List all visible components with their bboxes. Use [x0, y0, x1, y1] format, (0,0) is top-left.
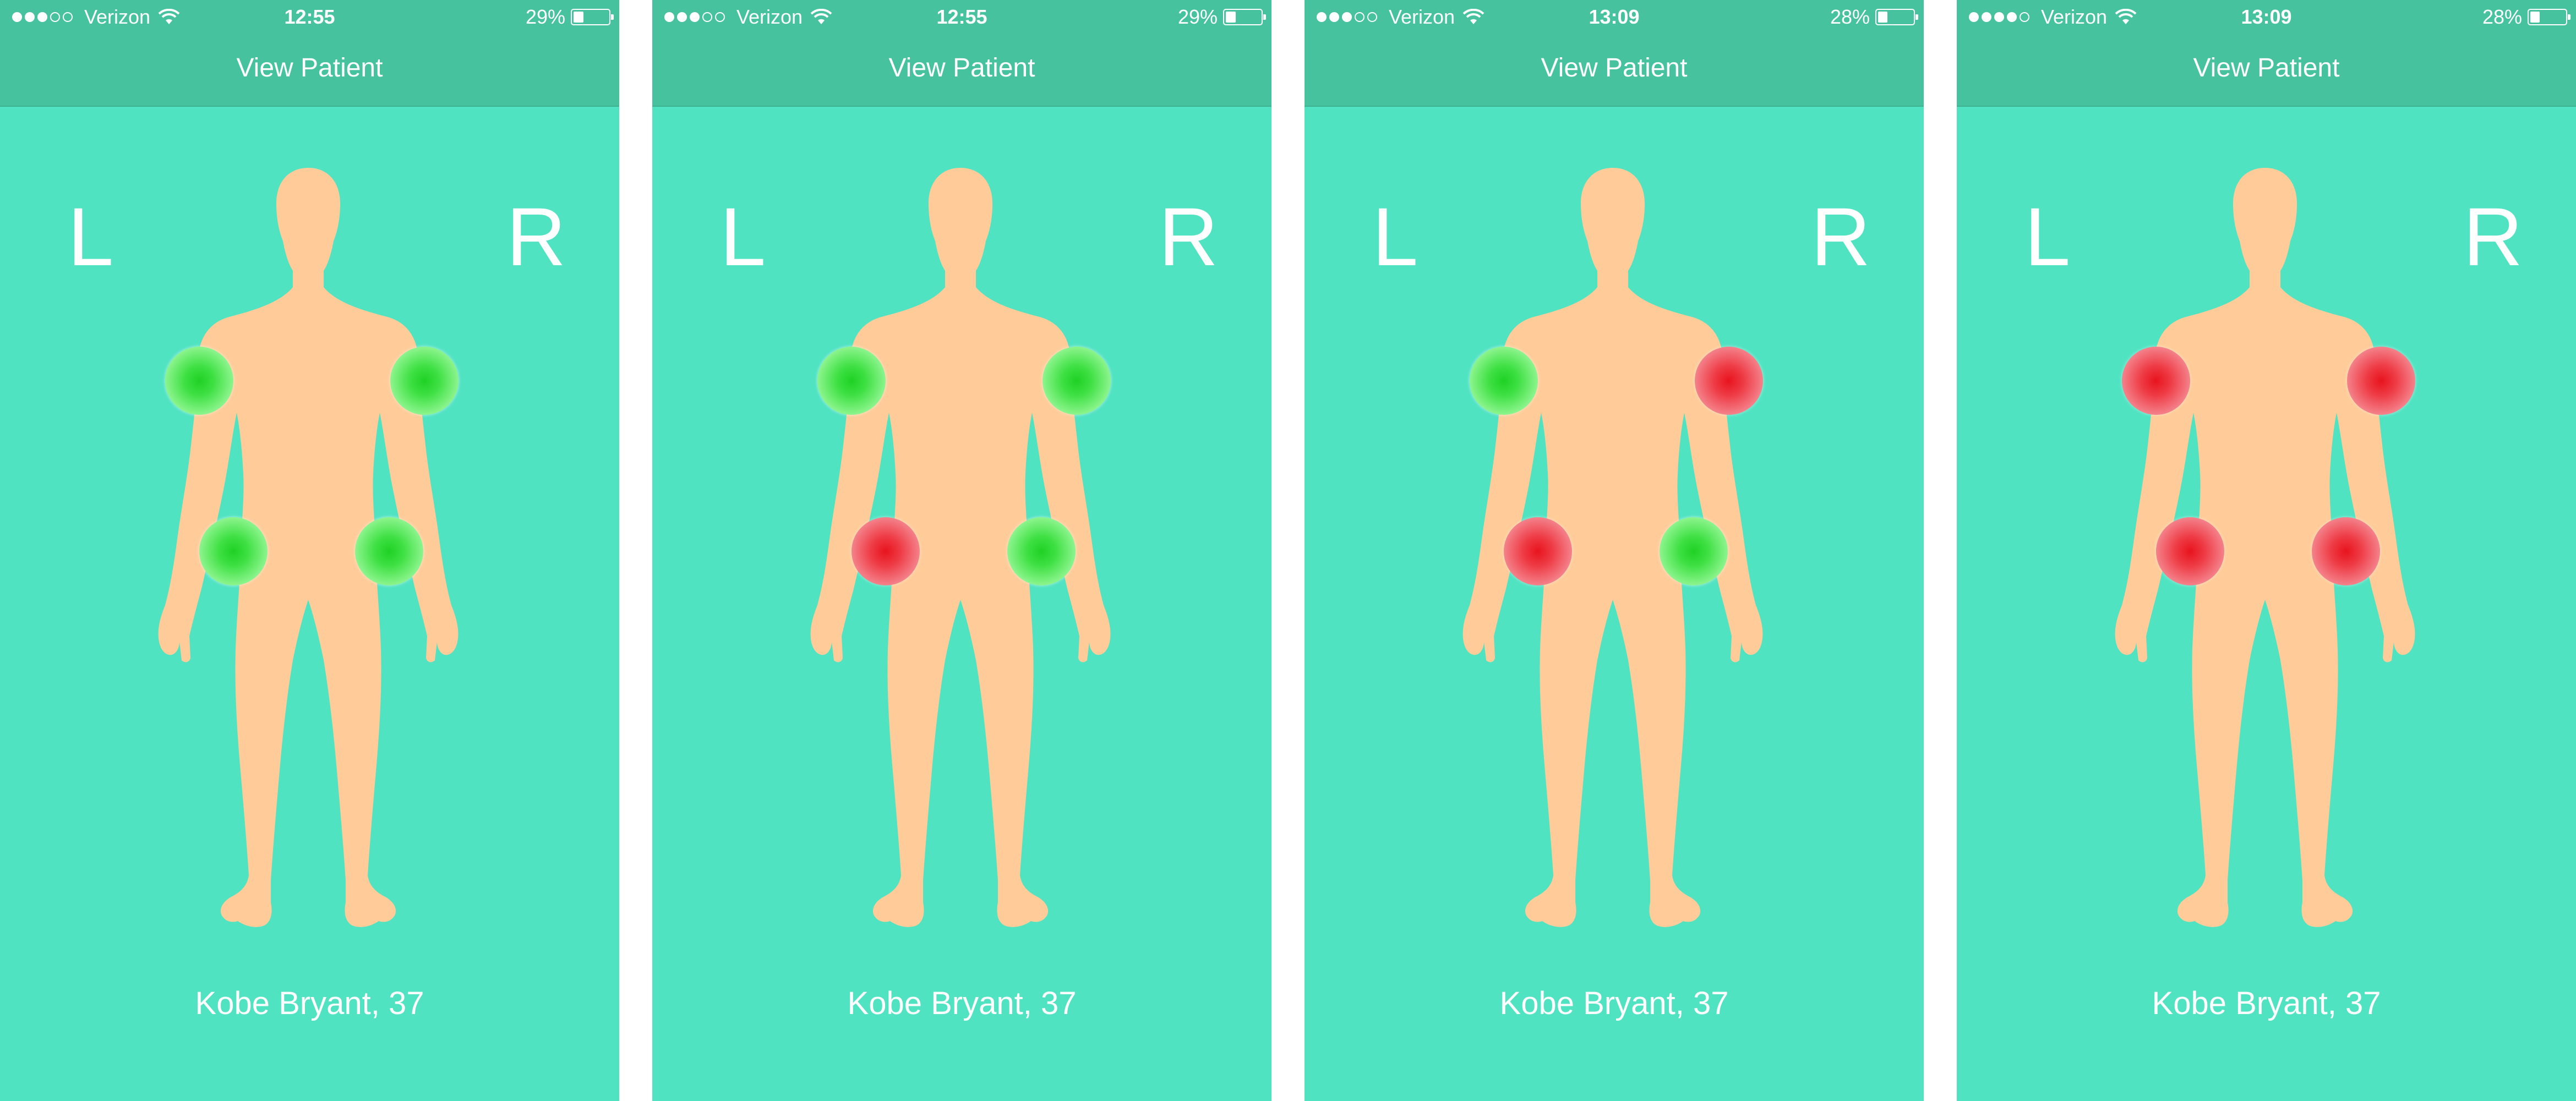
- battery-icon: [571, 9, 614, 25]
- left-hip-indicator[interactable]: [2156, 517, 2224, 585]
- left-hip-indicator[interactable]: [199, 517, 268, 585]
- patient-name-age: Kobe Bryant, 37: [2152, 985, 2381, 1021]
- patient-name-age: Kobe Bryant, 37: [195, 985, 424, 1021]
- navigation-bar: View Patient: [0, 35, 619, 107]
- right-side-label: R: [1159, 190, 1219, 283]
- nav-title: View Patient: [2193, 53, 2340, 83]
- patient-name-age: Kobe Bryant, 37: [847, 985, 1077, 1021]
- right-shoulder-indicator[interactable]: [2347, 347, 2415, 415]
- right-hip-indicator[interactable]: [2312, 517, 2380, 585]
- status-bar: Verizon 12:55 29%: [0, 0, 619, 35]
- left-side-label: L: [1372, 190, 1418, 283]
- left-side-label: L: [68, 190, 114, 283]
- left-side-label: L: [2024, 190, 2071, 283]
- phone-screen-1: Verizon 12:55 29% View Patient L R Kobe …: [0, 0, 619, 1101]
- patient-name-age: Kobe Bryant, 37: [1499, 985, 1729, 1021]
- battery-icon: [2528, 9, 2570, 25]
- right-side-label: R: [2463, 190, 2523, 283]
- left-hip-indicator[interactable]: [852, 517, 920, 585]
- nav-title: View Patient: [236, 53, 383, 83]
- left-shoulder-indicator[interactable]: [1470, 347, 1538, 415]
- right-side-label: R: [1811, 190, 1871, 283]
- battery-percent: 29%: [525, 6, 565, 28]
- battery-percent: 28%: [2482, 6, 2522, 28]
- battery-percent: 28%: [1830, 6, 1870, 28]
- left-side-label: L: [720, 190, 766, 283]
- navigation-bar: View Patient: [652, 35, 1271, 107]
- right-shoulder-indicator[interactable]: [1043, 347, 1111, 415]
- phone-screen-4: Verizon 13:09 28% View Patient L R Kobe …: [1957, 0, 2576, 1101]
- right-shoulder-indicator[interactable]: [1695, 347, 1763, 415]
- status-bar: Verizon 13:09 28%: [1305, 0, 1924, 35]
- nav-title: View Patient: [888, 53, 1035, 83]
- left-shoulder-indicator[interactable]: [2122, 347, 2190, 415]
- right-hip-indicator[interactable]: [1660, 517, 1728, 585]
- battery-icon: [1875, 9, 1918, 25]
- left-shoulder-indicator[interactable]: [165, 347, 233, 415]
- right-side-label: R: [506, 190, 566, 283]
- left-hip-indicator[interactable]: [1504, 517, 1572, 585]
- navigation-bar: View Patient: [1305, 35, 1924, 107]
- battery-icon: [1223, 9, 1266, 25]
- nav-title: View Patient: [1541, 53, 1688, 83]
- status-bar: Verizon 12:55 29%: [652, 0, 1271, 35]
- right-hip-indicator[interactable]: [1007, 517, 1076, 585]
- phone-screen-3: Verizon 13:09 28% View Patient L R Kobe …: [1305, 0, 1924, 1101]
- right-hip-indicator[interactable]: [355, 517, 423, 585]
- right-shoulder-indicator[interactable]: [390, 347, 459, 415]
- phone-screen-2: Verizon 12:55 29% View Patient L R Kobe …: [652, 0, 1271, 1101]
- battery-percent: 29%: [1177, 6, 1218, 28]
- left-shoulder-indicator[interactable]: [817, 347, 886, 415]
- status-bar: Verizon 13:09 28%: [1957, 0, 2576, 35]
- navigation-bar: View Patient: [1957, 35, 2576, 107]
